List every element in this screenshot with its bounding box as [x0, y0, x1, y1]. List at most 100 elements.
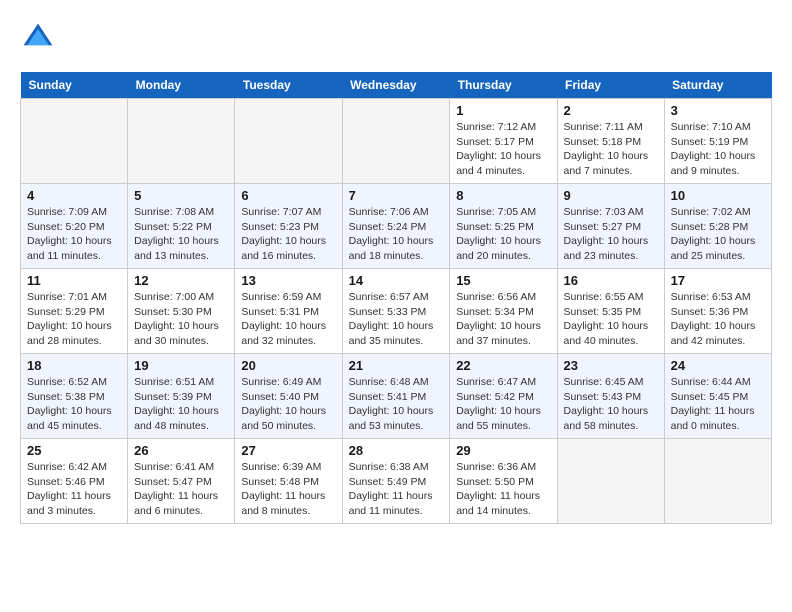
day-number: 7 [349, 188, 444, 203]
day-number: 25 [27, 443, 121, 458]
column-header-wednesday: Wednesday [342, 72, 450, 99]
calendar-cell [128, 99, 235, 184]
calendar-cell [342, 99, 450, 184]
column-header-monday: Monday [128, 72, 235, 99]
day-number: 27 [241, 443, 335, 458]
calendar-cell: 15 Sunrise: 6:56 AM Sunset: 5:34 PM Dayli… [450, 269, 557, 354]
calendar-cell: 3Sunrise: 7:10 AM Sunset: 5:19 PM Daylig… [664, 99, 771, 184]
day-info: Sunrise: 7:12 AM Sunset: 5:17 PM Dayligh… [456, 120, 550, 179]
day-number: 18 [27, 358, 121, 373]
day-number: 12 [134, 273, 228, 288]
calendar-cell: 24 Sunrise: 6:44 AM Sunset: 5:45 PM Dayli… [664, 354, 771, 439]
calendar-week-row: 4 Sunrise: 7:09 AM Sunset: 5:20 PM Daylig… [21, 184, 772, 269]
column-header-tuesday: Tuesday [235, 72, 342, 99]
day-number: 13 [241, 273, 335, 288]
calendar-cell: 5 Sunrise: 7:08 AM Sunset: 5:22 PM Daylig… [128, 184, 235, 269]
calendar-cell [235, 99, 342, 184]
day-number: 28 [349, 443, 444, 458]
calendar-cell: 6 Sunrise: 7:07 AM Sunset: 5:23 PM Daylig… [235, 184, 342, 269]
calendar-cell: 18 Sunrise: 6:52 AM Sunset: 5:38 PM Dayli… [21, 354, 128, 439]
day-info: Sunrise: 7:05 AM Sunset: 5:25 PM Dayligh… [456, 205, 550, 264]
day-number: 6 [241, 188, 335, 203]
day-info: Sunrise: 6:56 AM Sunset: 5:34 PM Dayligh… [456, 290, 550, 349]
day-info: Sunrise: 7:06 AM Sunset: 5:24 PM Dayligh… [349, 205, 444, 264]
calendar-cell: 27 Sunrise: 6:39 AM Sunset: 5:48 PM Dayli… [235, 439, 342, 524]
day-info: Sunrise: 6:48 AM Sunset: 5:41 PM Dayligh… [349, 375, 444, 434]
day-info: Sunrise: 6:42 AM Sunset: 5:46 PM Dayligh… [27, 460, 121, 519]
day-number: 11 [27, 273, 121, 288]
day-number: 1 [456, 103, 550, 118]
page-header [20, 20, 772, 56]
day-info: Sunrise: 6:47 AM Sunset: 5:42 PM Dayligh… [456, 375, 550, 434]
calendar-week-row: 25 Sunrise: 6:42 AM Sunset: 5:46 PM Dayli… [21, 439, 772, 524]
calendar-cell: 2 Sunrise: 7:11 AM Sunset: 5:18 PM Daylig… [557, 99, 664, 184]
column-header-saturday: Saturday [664, 72, 771, 99]
day-info: Sunrise: 6:36 AM Sunset: 5:50 PM Dayligh… [456, 460, 550, 519]
calendar-cell [21, 99, 128, 184]
calendar-cell: 19Sunrise: 6:51 AM Sunset: 5:39 PM Dayli… [128, 354, 235, 439]
calendar-cell: 9 Sunrise: 7:03 AM Sunset: 5:27 PM Daylig… [557, 184, 664, 269]
calendar-week-row: 11 Sunrise: 7:01 AM Sunset: 5:29 PM Dayli… [21, 269, 772, 354]
calendar-cell: 23Sunrise: 6:45 AM Sunset: 5:43 PM Dayli… [557, 354, 664, 439]
day-number: 19 [134, 358, 228, 373]
day-number: 22 [456, 358, 550, 373]
day-number: 4 [27, 188, 121, 203]
day-number: 10 [671, 188, 765, 203]
day-number: 23 [564, 358, 658, 373]
day-number: 20 [241, 358, 335, 373]
day-info: Sunrise: 6:53 AM Sunset: 5:36 PM Dayligh… [671, 290, 765, 349]
calendar-cell: 7 Sunrise: 7:06 AM Sunset: 5:24 PM Daylig… [342, 184, 450, 269]
day-number: 26 [134, 443, 228, 458]
calendar-cell: 17Sunrise: 6:53 AM Sunset: 5:36 PM Dayli… [664, 269, 771, 354]
day-number: 21 [349, 358, 444, 373]
calendar-cell: 12 Sunrise: 7:00 AM Sunset: 5:30 PM Dayli… [128, 269, 235, 354]
column-header-sunday: Sunday [21, 72, 128, 99]
calendar-cell: 1 Sunrise: 7:12 AM Sunset: 5:17 PM Daylig… [450, 99, 557, 184]
calendar-cell: 13Sunrise: 6:59 AM Sunset: 5:31 PM Dayli… [235, 269, 342, 354]
calendar-table: SundayMondayTuesdayWednesdayThursdayFrid… [20, 72, 772, 524]
day-number: 24 [671, 358, 765, 373]
day-info: Sunrise: 6:57 AM Sunset: 5:33 PM Dayligh… [349, 290, 444, 349]
logo [20, 20, 60, 56]
calendar-cell: 28 Sunrise: 6:38 AM Sunset: 5:49 PM Dayli… [342, 439, 450, 524]
day-number: 5 [134, 188, 228, 203]
day-info: Sunrise: 6:52 AM Sunset: 5:38 PM Dayligh… [27, 375, 121, 434]
column-header-friday: Friday [557, 72, 664, 99]
day-info: Sunrise: 7:07 AM Sunset: 5:23 PM Dayligh… [241, 205, 335, 264]
day-info: Sunrise: 7:09 AM Sunset: 5:20 PM Dayligh… [27, 205, 121, 264]
day-number: 8 [456, 188, 550, 203]
calendar-cell: 10 Sunrise: 7:02 AM Sunset: 5:28 PM Dayli… [664, 184, 771, 269]
calendar-cell: 22 Sunrise: 6:47 AM Sunset: 5:42 PM Dayli… [450, 354, 557, 439]
day-info: Sunrise: 6:49 AM Sunset: 5:40 PM Dayligh… [241, 375, 335, 434]
calendar-cell: 8 Sunrise: 7:05 AM Sunset: 5:25 PM Daylig… [450, 184, 557, 269]
day-info: Sunrise: 7:11 AM Sunset: 5:18 PM Dayligh… [564, 120, 658, 179]
day-info: Sunrise: 7:08 AM Sunset: 5:22 PM Dayligh… [134, 205, 228, 264]
day-number: 15 [456, 273, 550, 288]
day-info: Sunrise: 6:41 AM Sunset: 5:47 PM Dayligh… [134, 460, 228, 519]
calendar-cell: 11 Sunrise: 7:01 AM Sunset: 5:29 PM Dayli… [21, 269, 128, 354]
calendar-cell [557, 439, 664, 524]
day-info: Sunrise: 7:01 AM Sunset: 5:29 PM Dayligh… [27, 290, 121, 349]
calendar-cell: 14Sunrise: 6:57 AM Sunset: 5:33 PM Dayli… [342, 269, 450, 354]
day-number: 2 [564, 103, 658, 118]
day-info: Sunrise: 6:44 AM Sunset: 5:45 PM Dayligh… [671, 375, 765, 434]
calendar-week-row: 18 Sunrise: 6:52 AM Sunset: 5:38 PM Dayli… [21, 354, 772, 439]
calendar-cell: 25 Sunrise: 6:42 AM Sunset: 5:46 PM Dayli… [21, 439, 128, 524]
calendar-cell: 16Sunrise: 6:55 AM Sunset: 5:35 PM Dayli… [557, 269, 664, 354]
day-info: Sunrise: 7:10 AM Sunset: 5:19 PM Dayligh… [671, 120, 765, 179]
day-number: 29 [456, 443, 550, 458]
calendar-cell: 29 Sunrise: 6:36 AM Sunset: 5:50 PM Dayli… [450, 439, 557, 524]
day-info: Sunrise: 6:39 AM Sunset: 5:48 PM Dayligh… [241, 460, 335, 519]
calendar-cell: 4 Sunrise: 7:09 AM Sunset: 5:20 PM Daylig… [21, 184, 128, 269]
day-info: Sunrise: 7:03 AM Sunset: 5:27 PM Dayligh… [564, 205, 658, 264]
calendar-week-row: 1 Sunrise: 7:12 AM Sunset: 5:17 PM Daylig… [21, 99, 772, 184]
calendar-cell: 21 Sunrise: 6:48 AM Sunset: 5:41 PM Dayli… [342, 354, 450, 439]
calendar-cell: 26 Sunrise: 6:41 AM Sunset: 5:47 PM Dayli… [128, 439, 235, 524]
day-info: Sunrise: 6:38 AM Sunset: 5:49 PM Dayligh… [349, 460, 444, 519]
day-info: Sunrise: 7:00 AM Sunset: 5:30 PM Dayligh… [134, 290, 228, 349]
day-info: Sunrise: 7:02 AM Sunset: 5:28 PM Dayligh… [671, 205, 765, 264]
day-number: 9 [564, 188, 658, 203]
calendar-header-row: SundayMondayTuesdayWednesdayThursdayFrid… [21, 72, 772, 99]
column-header-thursday: Thursday [450, 72, 557, 99]
day-number: 16 [564, 273, 658, 288]
